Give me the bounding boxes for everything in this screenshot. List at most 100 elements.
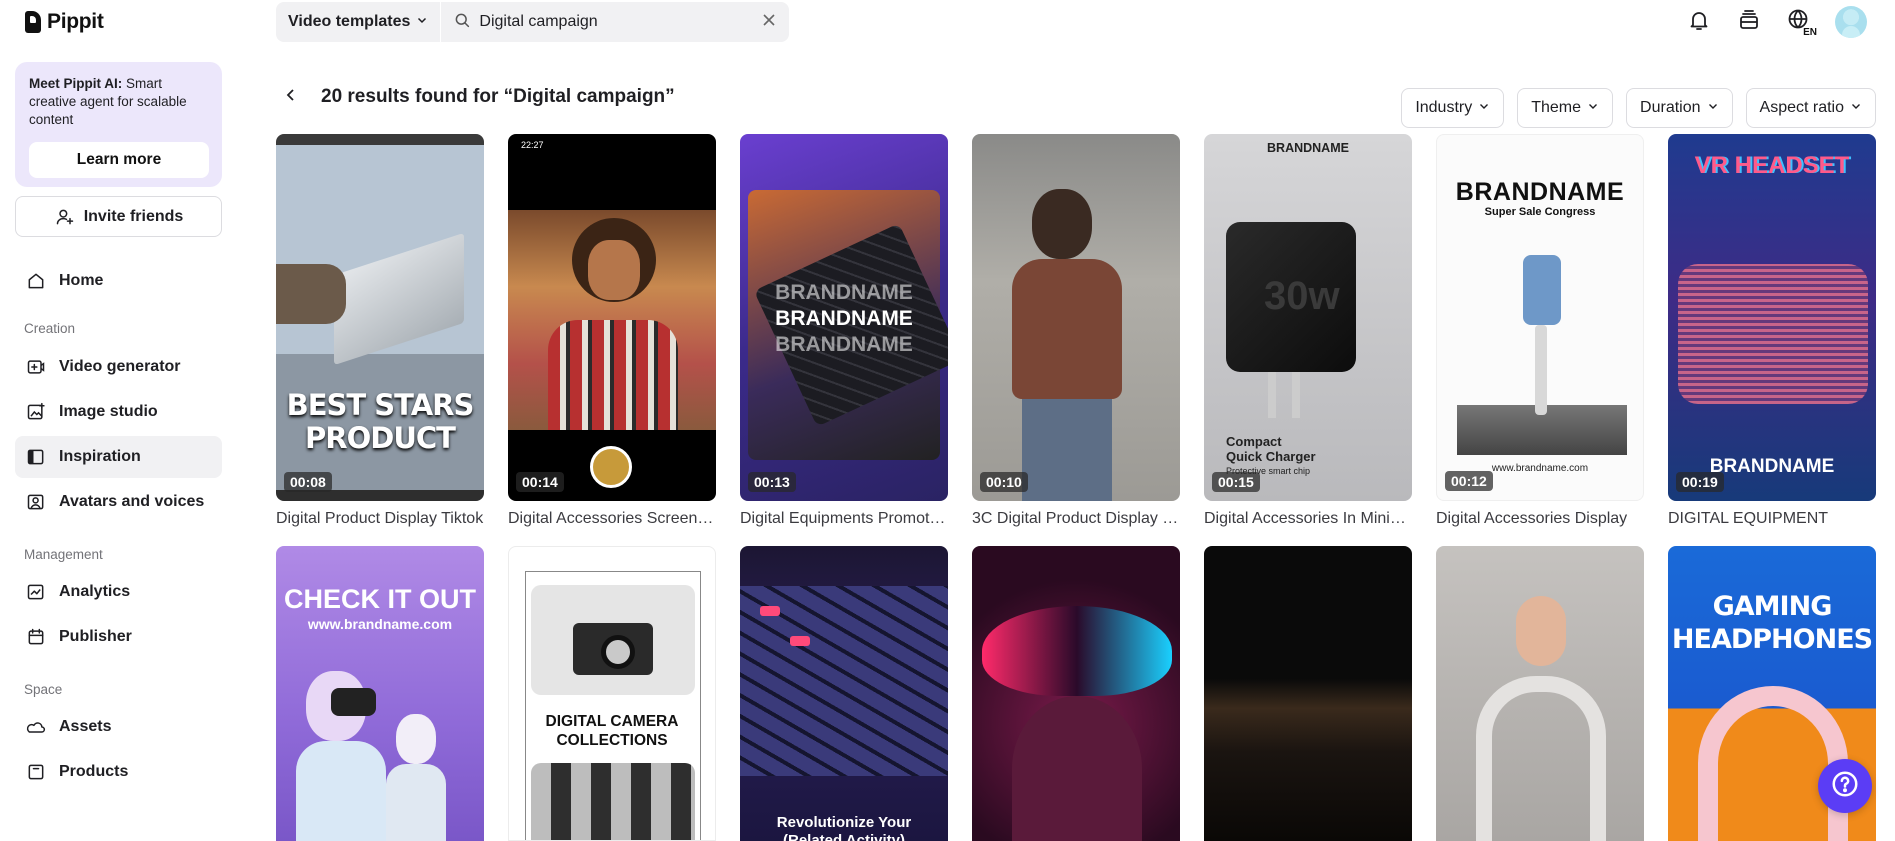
sidebar-item-label: Avatars and voices	[59, 493, 205, 510]
template-thumbnail[interactable]: BEST STARS PRODUCT 00:08	[276, 134, 484, 501]
template-thumbnail[interactable]: DIGITAL CAMERA COLLECTIONS	[508, 546, 716, 841]
template-card[interactable]: VR HEADSET BRANDNAME 00:19 DIGITAL EQUIP…	[1668, 134, 1876, 528]
card-overlay-text: VR HEADSET	[1694, 152, 1850, 179]
duration-badge: 00:15	[1212, 472, 1260, 492]
invite-friends-button[interactable]: Invite friends	[15, 196, 222, 237]
template-thumbnail[interactable]	[972, 546, 1180, 841]
template-card[interactable]: CHECK IT OUT www.brandname.com	[276, 546, 484, 841]
person-head	[1032, 189, 1092, 259]
template-thumbnail[interactable]: Revolutionize Your (Related Activity)	[740, 546, 948, 841]
chevron-down-icon	[1587, 99, 1599, 117]
sidebar-item-image-studio[interactable]: Image studio	[15, 391, 222, 433]
template-thumbnail[interactable]: VR HEADSET BRANDNAME 00:19	[1668, 134, 1876, 501]
template-card[interactable]: 22:27 00:14 Digital Accessories Screen R…	[508, 134, 716, 528]
sidebar-item-label: Image studio	[59, 403, 158, 420]
hand-image	[1516, 596, 1566, 666]
sidebar-item-label: Products	[59, 763, 129, 780]
user-avatar[interactable]	[1835, 6, 1867, 38]
vr-headset-image	[1678, 264, 1868, 404]
image-plus-icon	[25, 401, 47, 423]
app-logo[interactable]: Pippit	[25, 9, 104, 35]
template-thumbnail[interactable]: CHECK IT OUT www.brandname.com	[276, 546, 484, 841]
template-title: Digital Accessories Screen Recording	[508, 510, 716, 527]
promo-card: Meet Pippit AI: Smart creative agent for…	[15, 62, 222, 187]
template-thumbnail[interactable]	[1204, 546, 1412, 841]
template-thumbnail[interactable]	[1436, 546, 1644, 841]
search-input[interactable]	[479, 13, 749, 31]
chevron-down-icon	[1850, 99, 1862, 117]
filter-label: Duration	[1640, 99, 1701, 116]
filter-label: Aspect ratio	[1759, 99, 1844, 116]
sidebar-item-video-generator[interactable]: Video generator	[15, 346, 222, 388]
filter-bar: Industry Theme Duration Aspect ratio	[1401, 88, 1876, 128]
app-name: Pippit	[47, 10, 104, 33]
sidebar-item-label: Analytics	[59, 583, 131, 600]
gimbal-image	[1535, 325, 1547, 415]
sidebar-item-label: Home	[59, 272, 104, 289]
template-card[interactable]	[1436, 546, 1644, 841]
search-type-dropdown[interactable]: Video templates	[276, 2, 440, 42]
template-card[interactable]: BRANDNAME 30w Compact Quick Charger Protec…	[1204, 134, 1412, 528]
clear-search-button[interactable]	[749, 2, 789, 42]
chevron-down-icon	[1707, 99, 1719, 117]
card-overlay-text: BRANDNAME	[775, 333, 913, 356]
template-thumbnail[interactable]: 00:10	[972, 134, 1180, 501]
vr-headset-image	[331, 688, 376, 716]
filter-industry[interactable]: Industry	[1401, 88, 1505, 128]
template-title: Digital Equipments Promotion	[740, 510, 948, 527]
filter-duration[interactable]: Duration	[1626, 88, 1733, 128]
template-card[interactable]	[1204, 546, 1412, 841]
stack-button[interactable]	[1735, 8, 1763, 36]
card-overlay-text: BRANDNAME	[775, 307, 913, 330]
learn-more-button[interactable]: Learn more	[29, 142, 209, 178]
duration-badge: 00:10	[980, 472, 1028, 492]
sidebar-item-avatars-and-voices[interactable]: Avatars and voices	[15, 481, 222, 523]
template-thumbnail[interactable]: BRANDNAME Super Sale Congress www.brandn…	[1436, 134, 1644, 501]
template-card[interactable]: BRANDNAME Super Sale Congress www.brandn…	[1436, 134, 1644, 528]
help-button[interactable]	[1818, 759, 1872, 813]
laptop-image	[334, 232, 464, 366]
search-field	[441, 2, 749, 42]
sidebar-item-label: Video generator	[59, 358, 181, 375]
invite-friends-label: Invite friends	[83, 207, 184, 225]
notifications-button[interactable]	[1685, 8, 1713, 36]
sidebar-item-analytics[interactable]: Analytics	[15, 571, 222, 613]
calendar-icon	[25, 626, 47, 648]
duration-badge: 00:08	[284, 472, 332, 492]
charger-image: 30w	[1226, 222, 1356, 372]
duration-badge: 00:12	[1445, 471, 1493, 491]
stack-icon	[1737, 8, 1761, 37]
sidebar-item-assets[interactable]: Assets	[15, 706, 222, 748]
card-brand: BRANDNAME	[1267, 141, 1349, 155]
sidebar-item-label: Assets	[59, 718, 112, 735]
template-thumbnail[interactable]: BRANDNAME BRANDNAME BRANDNAME 00:13	[740, 134, 948, 501]
language-button[interactable]: EN	[1785, 8, 1817, 38]
sidebar-item-home[interactable]: Home	[15, 260, 222, 302]
filter-aspect-ratio[interactable]: Aspect ratio	[1745, 88, 1876, 128]
card-subtitle: Super Sale Congress	[1484, 206, 1596, 218]
template-card[interactable]	[972, 546, 1180, 841]
close-icon	[761, 12, 777, 33]
sidebar-item-inspiration[interactable]: Inspiration	[15, 436, 222, 478]
template-card[interactable]: BEST STARS PRODUCT 00:08 Digital Product …	[276, 134, 484, 528]
cat-headphones-image	[1698, 686, 1848, 841]
section-management: Management	[24, 547, 103, 562]
filter-theme[interactable]: Theme	[1517, 88, 1614, 128]
template-thumbnail[interactable]: 22:27 00:14	[508, 134, 716, 501]
template-card[interactable]: BRANDNAME BRANDNAME BRANDNAME 00:13 Digi…	[740, 134, 948, 528]
sidebar-item-publisher[interactable]: Publisher	[15, 616, 222, 658]
person-jeans	[1022, 399, 1112, 501]
template-card[interactable]: Revolutionize Your (Related Activity)	[740, 546, 948, 841]
sidebar-item-products[interactable]: Products	[15, 751, 222, 793]
language-code: EN	[1803, 27, 1817, 38]
template-title: Digital Accessories Display	[1436, 510, 1628, 527]
template-thumbnail[interactable]: BRANDNAME 30w Compact Quick Charger Protec…	[1204, 134, 1412, 501]
template-card[interactable]: 00:10 3C Digital Product Display Video	[972, 134, 1180, 528]
duration-badge: 00:19	[1676, 472, 1724, 492]
box-icon	[25, 761, 47, 783]
filter-label: Theme	[1531, 99, 1582, 116]
card-overlay-text: Revolutionize Your (Related Activity)	[776, 814, 912, 841]
back-button[interactable]	[283, 88, 299, 105]
person-hoodie	[1012, 259, 1122, 399]
template-card[interactable]: DIGITAL CAMERA COLLECTIONS	[508, 546, 716, 841]
